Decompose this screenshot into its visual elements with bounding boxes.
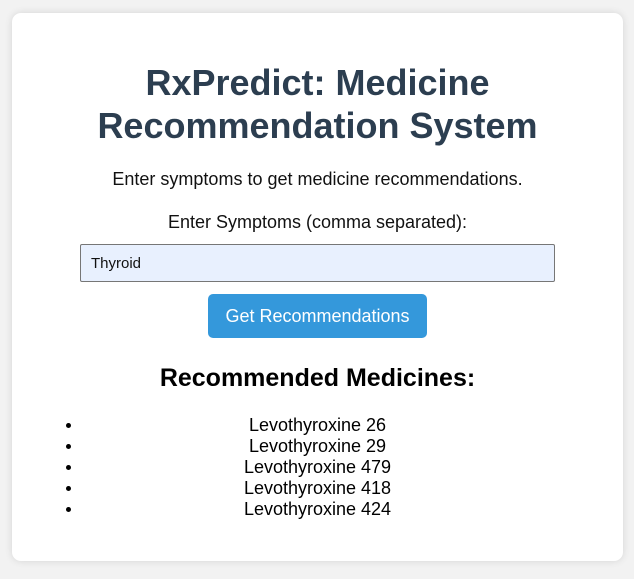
list-item: Levothyroxine 424 <box>66 499 623 520</box>
medicine-name: Levothyroxine 418 <box>243 478 392 498</box>
list-item: Levothyroxine 418 <box>66 478 623 499</box>
main-card: RxPredict: Medicine Recommendation Syste… <box>12 13 623 561</box>
medicine-name: Levothyroxine 29 <box>248 436 387 456</box>
bullet-icon <box>66 465 71 470</box>
bullet-icon <box>66 444 71 449</box>
bullet-icon <box>66 423 71 428</box>
list-item: Levothyroxine 29 <box>66 436 623 457</box>
recommendations-list: Levothyroxine 26 Levothyroxine 29 Levoth… <box>66 415 623 520</box>
bullet-icon <box>66 507 71 512</box>
get-recommendations-button[interactable]: Get Recommendations <box>208 294 427 338</box>
symptoms-input[interactable] <box>80 244 555 282</box>
page-title-line-1: RxPredict: Medicine <box>145 62 490 103</box>
page-subtitle: Enter symptoms to get medicine recommend… <box>112 169 523 189</box>
medicine-name: Levothyroxine 26 <box>248 415 387 435</box>
symptoms-label: Enter Symptoms (comma separated): <box>167 212 468 232</box>
medicine-name: Levothyroxine 424 <box>243 499 392 519</box>
list-item: Levothyroxine 26 <box>66 415 623 436</box>
medicine-name: Levothyroxine 479 <box>243 457 392 477</box>
bullet-icon <box>66 486 71 491</box>
page-title-line-2: Recommendation System <box>97 105 538 146</box>
page-title: RxPredict: Medicine Recommendation Syste… <box>12 61 623 147</box>
results-heading: Recommended Medicines: <box>159 364 476 392</box>
list-item: Levothyroxine 479 <box>66 457 623 478</box>
